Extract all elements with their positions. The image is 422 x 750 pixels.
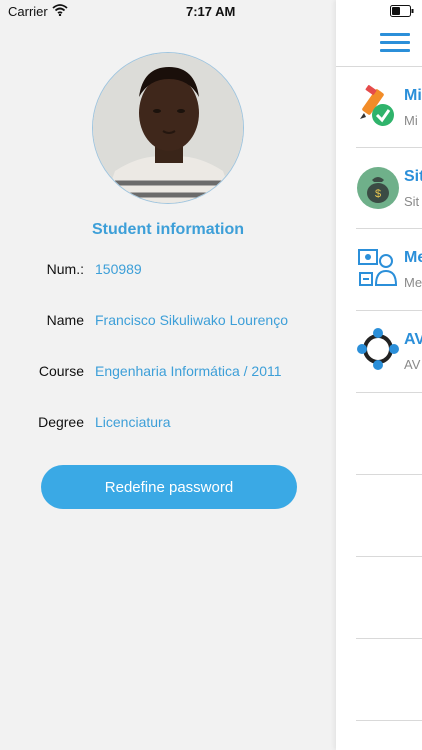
menu-item-1[interactable]: Mi Mi bbox=[336, 67, 422, 147]
menu-item-2-subtitle: Sit bbox=[404, 194, 420, 209]
main-menu-panel: Mi Mi $ Sit Sit Me Me AV AV bbox=[336, 0, 422, 750]
menu-item-3-title: Me bbox=[404, 249, 422, 266]
pencil-check-icon bbox=[360, 85, 394, 126]
menu-item-2-title: Sit bbox=[404, 168, 422, 185]
carrier-label: Carrier bbox=[8, 4, 48, 19]
row-divider bbox=[356, 474, 422, 475]
row-divider bbox=[356, 720, 422, 721]
avatar bbox=[92, 52, 244, 204]
meeting-icon bbox=[358, 249, 398, 286]
row-divider bbox=[356, 556, 422, 557]
degree-value: Licenciatura bbox=[95, 414, 171, 430]
menu-item-1-title: Mi bbox=[404, 87, 422, 104]
menu-item-2[interactable]: $ Sit Sit bbox=[336, 148, 422, 228]
network-ring-icon bbox=[357, 328, 399, 370]
menu-item-4-title: AV bbox=[404, 331, 422, 348]
number-value: 150989 bbox=[95, 261, 142, 277]
clock-time: 7:17 AM bbox=[186, 4, 236, 19]
row-divider bbox=[356, 392, 422, 393]
redefine-password-button[interactable]: Redefine password bbox=[41, 465, 297, 509]
info-row-number: Num.: 150989 bbox=[0, 259, 336, 281]
battery-icon bbox=[390, 5, 414, 17]
student-drawer: Student information Num.: 150989 Name Fr… bbox=[0, 0, 336, 750]
info-row-name: Name Francisco Sikuliwako Lourenço bbox=[0, 310, 336, 332]
section-title: Student information bbox=[92, 221, 244, 238]
menu-item-1-subtitle: Mi bbox=[404, 113, 418, 128]
info-row-degree: Degree Licenciatura bbox=[0, 412, 336, 434]
info-row-course: Course Engenharia Informática / 2011 bbox=[0, 361, 336, 383]
degree-label: Degree bbox=[38, 414, 84, 430]
status-bar: Carrier 7:17 AM bbox=[0, 0, 422, 22]
svg-text:$: $ bbox=[375, 188, 381, 200]
menu-item-3[interactable]: Me Me bbox=[336, 229, 422, 309]
money-bag-icon: $ bbox=[357, 167, 399, 209]
name-value: Francisco Sikuliwako Lourenço bbox=[95, 312, 288, 328]
menu-item-4-subtitle: AV bbox=[404, 357, 421, 372]
menu-item-4[interactable]: AV AV bbox=[336, 311, 422, 391]
row-divider bbox=[356, 638, 422, 639]
menu-icon[interactable] bbox=[380, 33, 410, 53]
student-photo bbox=[93, 53, 243, 203]
number-label: Num.: bbox=[46, 261, 84, 277]
name-label: Name bbox=[46, 312, 84, 328]
course-label: Course bbox=[38, 363, 84, 379]
menu-item-3-subtitle: Me bbox=[404, 275, 422, 290]
wifi-icon bbox=[52, 4, 68, 16]
course-value: Engenharia Informática / 2011 bbox=[95, 363, 282, 379]
